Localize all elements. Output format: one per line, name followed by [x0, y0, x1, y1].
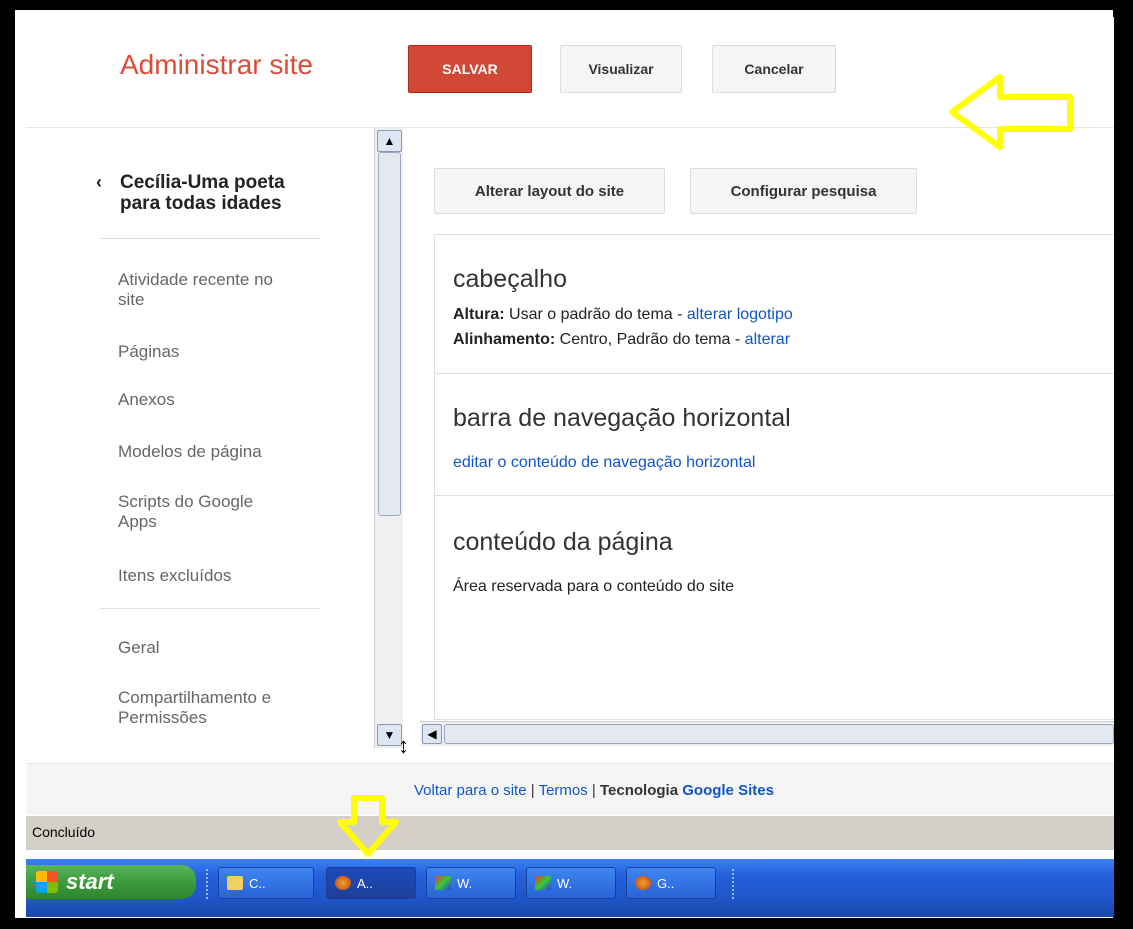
sidebar-item-attachments[interactable]: Anexos — [118, 390, 338, 410]
sidebar-item-pages[interactable]: Páginas — [118, 342, 338, 362]
sidebar-item-label: Compartilhamento e — [118, 688, 272, 707]
task-label: W. — [557, 875, 573, 891]
chevron-left-icon: ‹ — [96, 172, 102, 192]
separator: | — [530, 782, 535, 799]
google-sites-link[interactable]: Google Sites — [682, 782, 774, 799]
edit-nav-link[interactable]: editar o conteúdo de navegação horizonta… — [453, 454, 755, 472]
section-title: cabeçalho — [453, 265, 567, 293]
scrollbar-thumb[interactable] — [378, 152, 401, 516]
task-label: C.. — [249, 875, 266, 891]
cancel-button[interactable]: Cancelar — [712, 45, 836, 93]
sidebar-divider — [100, 608, 320, 609]
header-section[interactable]: cabeçalho Altura: Usar o padrão do tema … — [435, 235, 1114, 374]
site-footer: Voltar para o site | Termos | Tecnologia… — [26, 763, 1114, 816]
taskbar-item-firefox-g[interactable]: G.. — [626, 867, 716, 899]
start-label: start — [66, 869, 114, 894]
task-label: G.. — [657, 875, 675, 891]
site-name-line2: para todas idades — [120, 193, 282, 214]
sidebar-item-label: Scripts do Google — [118, 492, 254, 511]
configure-search-button[interactable]: Configurar pesquisa — [690, 168, 917, 214]
windows-taskbar: start C.. A.. W. W. G.. — [26, 859, 1114, 917]
windows-logo-icon — [36, 871, 58, 893]
left-arrow-annotation-icon — [949, 74, 1073, 150]
sidebar-item-label: Páginas — [118, 342, 180, 361]
change-layout-button[interactable]: Alterar layout do site — [434, 168, 665, 214]
start-button[interactable]: start — [26, 865, 196, 899]
scroll-left-button[interactable]: ◀ — [422, 724, 442, 744]
powered-by-label: Tecnologia — [600, 782, 679, 799]
sidebar-item-label: Modelos de página — [118, 442, 262, 461]
taskbar-grip[interactable] — [206, 869, 212, 899]
task-label: W. — [457, 875, 473, 891]
firefox-icon — [635, 876, 651, 890]
save-button[interactable]: SALVAR — [408, 45, 532, 93]
terms-link[interactable]: Termos — [539, 782, 588, 799]
sidebar-scrollbar[interactable]: ▲ ▼ — [374, 128, 403, 748]
frame-right-rail-outer — [1124, 0, 1128, 929]
layout-editor: Alterar layout do site Configurar pesqui… — [406, 128, 1114, 748]
sidebar-item-general[interactable]: Geral — [118, 638, 338, 658]
taskbar-item-paint-2[interactable]: W. — [526, 867, 616, 899]
horizontal-scrollbar[interactable]: ◀ — [420, 721, 1114, 746]
down-arrow-annotation-icon — [337, 795, 399, 857]
nav-bar-section[interactable]: barra de navegação horizontal editar o c… — [435, 374, 1114, 496]
setting-label: Altura: — [453, 306, 505, 323]
browser-status-bar: Concluído — [26, 815, 1114, 850]
change-alignment-link[interactable]: alterar — [745, 331, 790, 348]
alignment-setting: Alinhamento: Centro, Padrão do tema - al… — [453, 331, 790, 349]
section-description: Área reservada para o conteúdo do site — [453, 578, 735, 595]
setting-value: Centro, Padrão do tema - — [559, 331, 741, 348]
taskbar-item-folder[interactable]: C.. — [218, 867, 314, 899]
taskbar-grip[interactable] — [732, 869, 738, 899]
height-setting: Altura: Usar o padrão do tema - alterar … — [453, 306, 793, 324]
taskbar-item-firefox-admin[interactable]: A.. — [326, 867, 416, 899]
section-title: conteúdo da página — [453, 528, 673, 556]
sidebar-item-label: Anexos — [118, 390, 175, 409]
sidebar-divider — [100, 238, 320, 239]
paint-icon — [535, 876, 551, 890]
sidebar-item-label: Geral — [118, 638, 160, 657]
frame-left-rail — [11, 10, 15, 918]
sidebar-item-sharing[interactable]: Compartilhamento e Permissões — [118, 688, 338, 728]
paint-icon — [435, 876, 451, 890]
admin-sidebar: ‹ Cecília-Uma poeta para todas idades At… — [26, 128, 374, 764]
site-name-line1: Cecília-Uma poeta — [120, 172, 285, 193]
sidebar-item-label: Apps — [118, 512, 157, 531]
sidebar-item-recent-activity[interactable]: Atividade recente no site — [118, 270, 338, 310]
resize-cursor-icon: ↕ — [398, 733, 409, 758]
preview-button[interactable]: Visualizar — [560, 45, 682, 93]
sidebar-item-label: Permissões — [118, 708, 207, 727]
page-content-section[interactable]: conteúdo da página Área reservada para o… — [435, 496, 1114, 719]
page-title: Administrar site — [120, 49, 313, 80]
scroll-up-button[interactable]: ▲ — [377, 130, 402, 152]
setting-value: Usar o padrão do tema - — [509, 306, 683, 323]
sidebar-item-page-templates[interactable]: Modelos de página — [118, 442, 338, 462]
back-to-site-link[interactable]: ‹ Cecília-Uma poeta para todas idades — [96, 172, 332, 214]
status-text: Concluído — [32, 824, 96, 840]
separator: | — [591, 782, 596, 799]
setting-label: Alinhamento: — [453, 331, 556, 348]
sidebar-item-apps-scripts[interactable]: Scripts do Google Apps — [118, 492, 338, 532]
sidebar-item-label: site — [118, 290, 145, 309]
sidebar-item-label: Itens excluídos — [118, 566, 232, 585]
taskbar-item-paint-1[interactable]: W. — [426, 867, 516, 899]
back-to-site-footer-link[interactable]: Voltar para o site — [414, 782, 527, 799]
sidebar-item-deleted-items[interactable]: Itens excluídos — [118, 566, 338, 586]
task-label: A.. — [357, 875, 373, 891]
browser-viewport: Administrar site SALVAR Visualizar Cance… — [26, 17, 1114, 917]
scrollbar-thumb[interactable] — [444, 724, 1114, 744]
section-title: barra de navegação horizontal — [453, 404, 791, 432]
firefox-icon — [335, 876, 351, 890]
footer-links: Voltar para o site | Termos | Tecnologia… — [414, 782, 774, 799]
change-logo-link[interactable]: alterar logotipo — [687, 306, 793, 323]
folder-icon — [227, 876, 243, 890]
sidebar-item-label: Atividade recente no — [118, 270, 273, 289]
frame-right-rail — [1115, 0, 1119, 929]
layout-preview: cabeçalho Altura: Usar o padrão do tema … — [434, 234, 1114, 720]
